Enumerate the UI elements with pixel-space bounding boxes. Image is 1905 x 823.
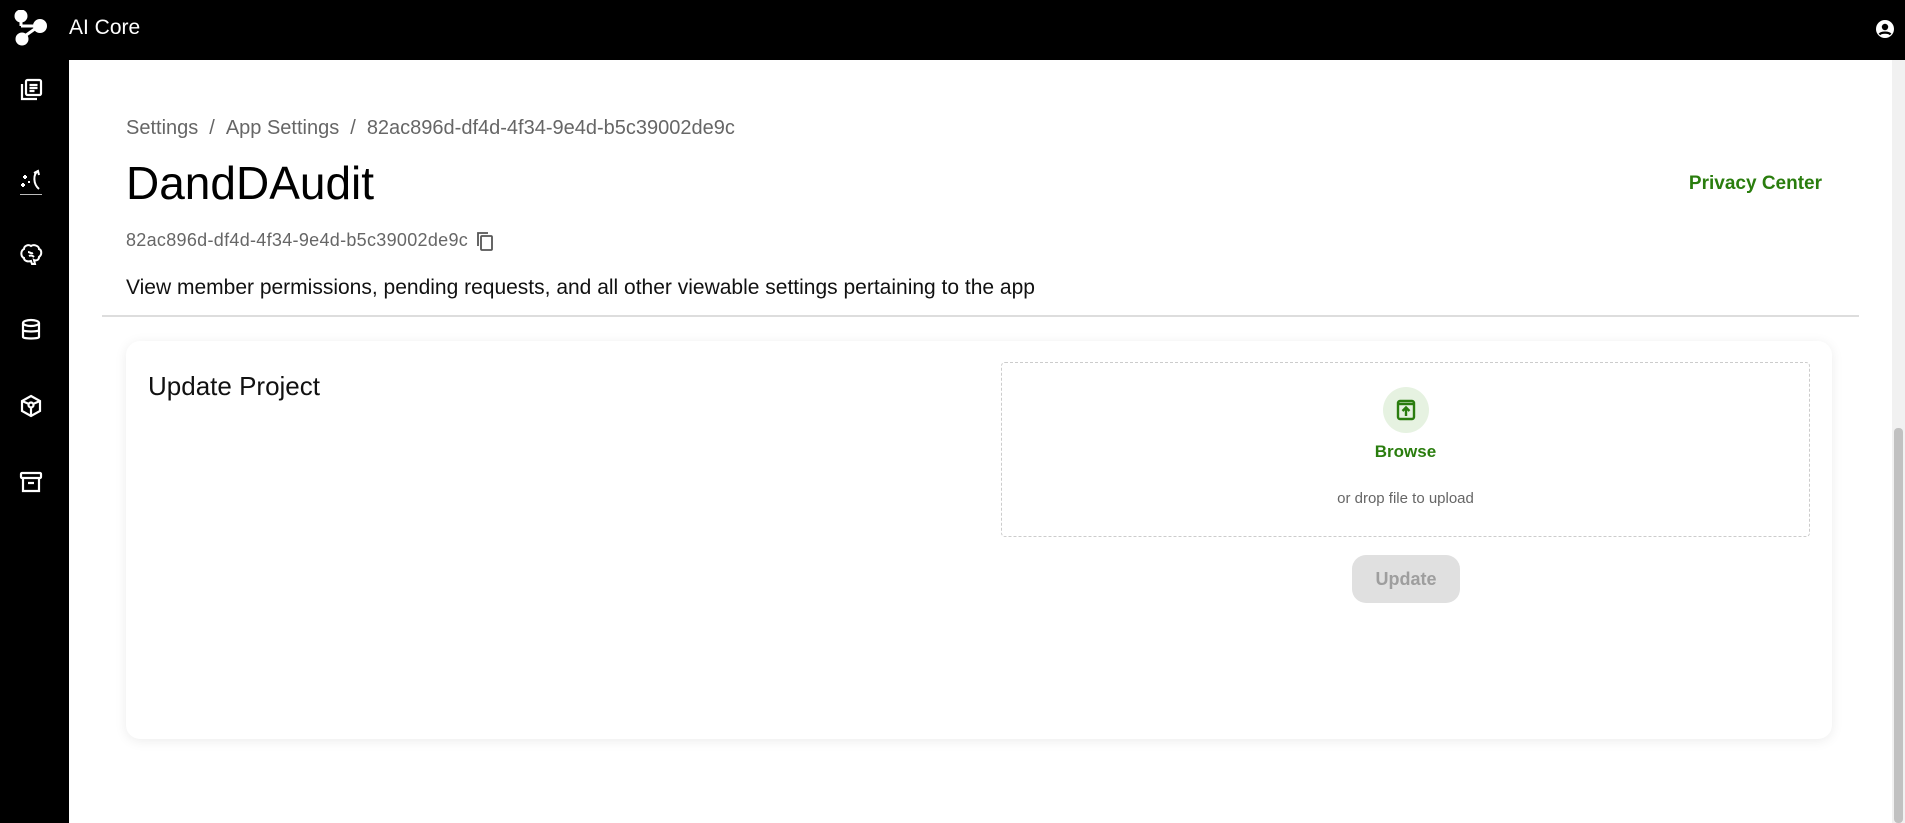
- logo-icon[interactable]: [13, 10, 49, 46]
- file-dropzone[interactable]: Browse or drop file to upload: [1001, 362, 1810, 537]
- scrollbar[interactable]: [1892, 60, 1905, 823]
- breadcrumb: Settings / App Settings / 82ac896d-df4d-4f34…: [126, 117, 735, 140]
- prompt-sparkle-icon[interactable]: [18, 167, 44, 193]
- scrollbar-thumb[interactable]: [1894, 428, 1903, 823]
- app-id-row: 82ac896d-df4d-4f34-9e4d-b5c39002de9c: [126, 230, 494, 251]
- sidebar: [0, 60, 69, 823]
- divider: [102, 315, 1859, 317]
- user-account-icon[interactable]: [1875, 19, 1895, 39]
- breadcrumb-separator: /: [350, 117, 356, 139]
- update-project-card: Update Project Browse or drop file to up…: [126, 341, 1832, 739]
- update-button[interactable]: Update: [1352, 555, 1460, 603]
- breadcrumb-app-id: 82ac896d-df4d-4f34-9e4d-b5c39002de9c: [366, 117, 735, 139]
- brain-icon[interactable]: [18, 241, 44, 267]
- page-title: DandDAudit: [126, 157, 375, 209]
- archive-icon[interactable]: [18, 469, 44, 495]
- browse-button[interactable]: Browse: [1002, 442, 1809, 462]
- sidebar-divider: [20, 194, 42, 195]
- library-icon[interactable]: [18, 77, 44, 103]
- breadcrumb-settings[interactable]: Settings: [126, 117, 198, 139]
- app-title: AI Core: [69, 16, 141, 39]
- upload-icon: [1396, 399, 1416, 421]
- top-bar: AI Core: [0, 0, 1905, 60]
- drop-hint: or drop file to upload: [1337, 490, 1474, 507]
- privacy-center-link[interactable]: Privacy Center: [1689, 173, 1822, 195]
- page-description: View member permissions, pending request…: [126, 276, 1035, 299]
- model-cube-icon[interactable]: [18, 393, 44, 419]
- upload-icon-circle[interactable]: [1383, 387, 1429, 433]
- breadcrumb-app-settings[interactable]: App Settings: [226, 117, 339, 139]
- copy-icon[interactable]: [476, 231, 494, 251]
- database-icon[interactable]: [18, 317, 44, 343]
- breadcrumb-separator: /: [209, 117, 215, 139]
- app-id: 82ac896d-df4d-4f34-9e4d-b5c39002de9c: [126, 230, 469, 250]
- card-title: Update Project: [148, 371, 320, 401]
